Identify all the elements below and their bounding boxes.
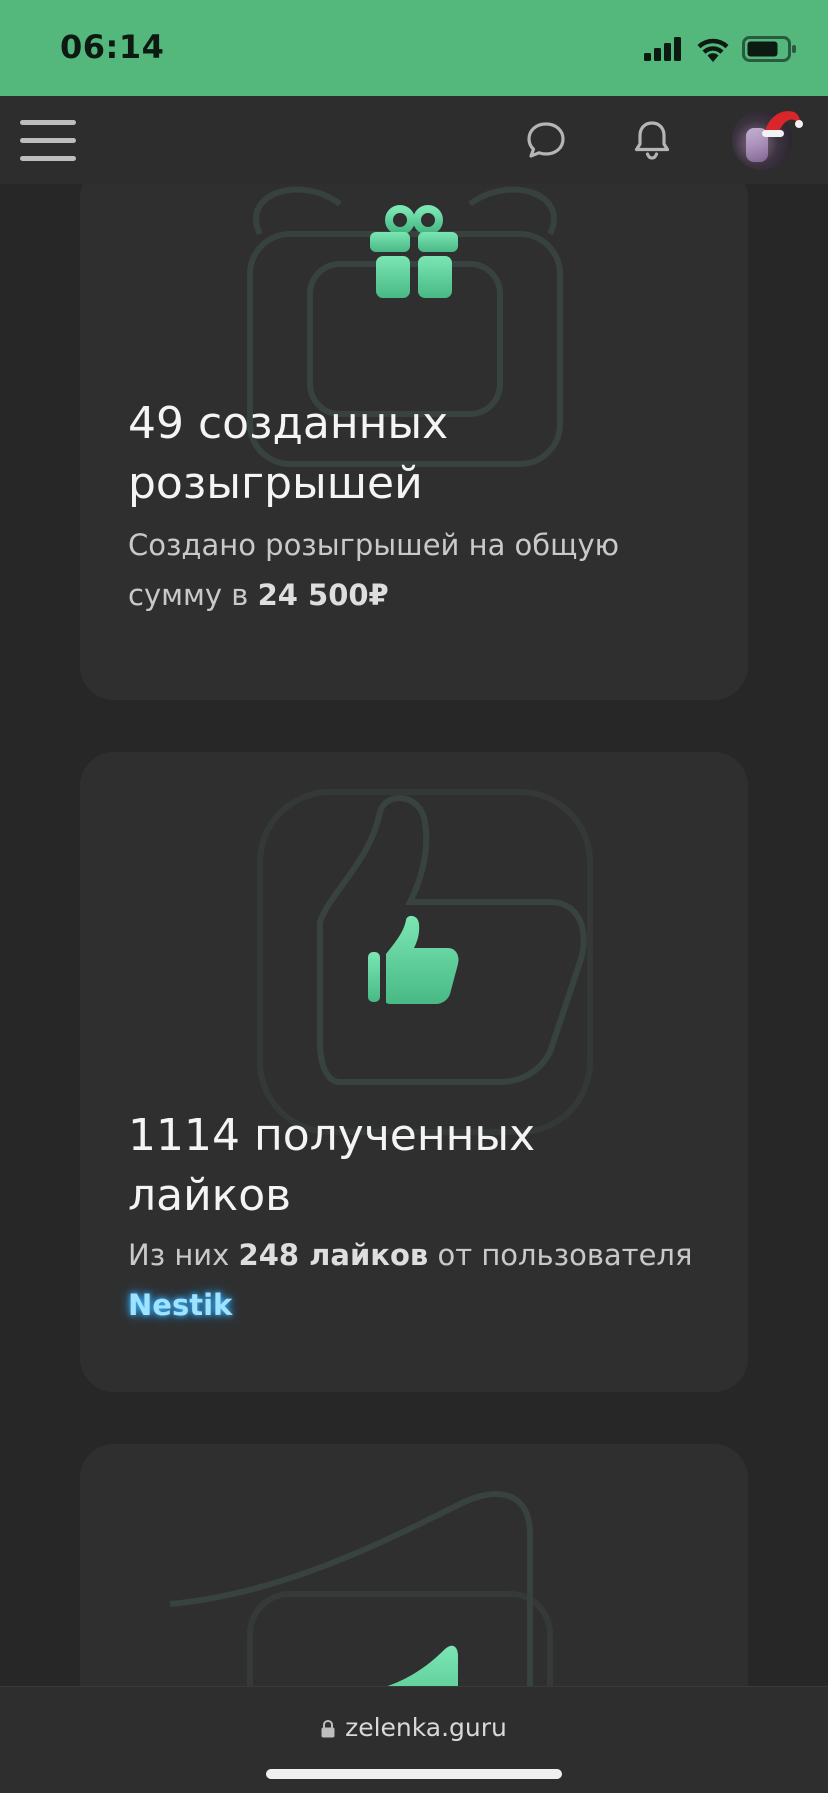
description-text: Из них: [128, 1238, 239, 1272]
stat-card: [80, 1444, 748, 1686]
card-description-line: Nestik: [128, 1280, 708, 1330]
url-display[interactable]: zelenka.guru: [0, 1713, 828, 1742]
giveaway-amount: 24 500₽: [257, 578, 389, 612]
chat-bubble-icon[interactable]: [522, 116, 570, 164]
card-description: Из них 248 лайков от пользователя Nestik: [128, 1230, 708, 1330]
battery-icon: [742, 36, 796, 62]
cellular-signal-icon: [644, 37, 681, 61]
url-text: zelenka.guru: [345, 1713, 507, 1742]
home-indicator[interactable]: [266, 1769, 562, 1779]
card-title-line: лайков: [128, 1170, 292, 1221]
thumbs-up-icon: [368, 915, 459, 1004]
likes-count: 248 лайков: [238, 1238, 429, 1272]
card-title: 49 созданных розыгрышей: [128, 394, 708, 514]
top-nav-bar: [0, 96, 828, 184]
card-title-line: 1114 полученных: [128, 1110, 536, 1161]
wifi-icon: [697, 38, 729, 62]
card-description-line: Создано розыгрышей на общую: [128, 528, 620, 562]
description-text: сумму в: [128, 578, 258, 612]
profile-stats-list: 49 созданных розыгрышей Создано розыгрыш…: [0, 184, 828, 1686]
hamburger-menu-icon[interactable]: [18, 114, 78, 166]
likes-stat-card: 1114 полученных лайков Из них 248 лайков…: [80, 752, 748, 1392]
description-text: от пользователя: [428, 1238, 693, 1272]
card-description: Создано розыгрышей на общую сумму в 24 5…: [128, 520, 708, 620]
avatar[interactable]: [732, 110, 803, 170]
status-time: 06:14: [60, 28, 165, 66]
gift-icon: [370, 205, 458, 298]
notification-bell-icon[interactable]: [628, 116, 676, 164]
lock-icon: [321, 1720, 335, 1738]
card-description-line: Из них 248 лайков от пользователя: [128, 1230, 708, 1280]
card-title-line: 49 созданных: [128, 398, 449, 449]
browser-url-bar[interactable]: zelenka.guru: [0, 1686, 828, 1793]
card-title: 1114 полученных лайков: [128, 1106, 708, 1226]
card-description-line: сумму в 24 500₽: [128, 570, 708, 620]
giveaways-stat-card: 49 созданных розыгрышей Создано розыгрыш…: [80, 184, 748, 700]
status-bar: 06:14: [0, 0, 828, 96]
card-title-line: розыгрышей: [128, 458, 423, 509]
username-link[interactable]: Nestik: [128, 1288, 232, 1322]
chart-icon: [387, 1645, 458, 1686]
santa-hat-icon: [762, 111, 803, 137]
status-icons: [644, 34, 798, 64]
